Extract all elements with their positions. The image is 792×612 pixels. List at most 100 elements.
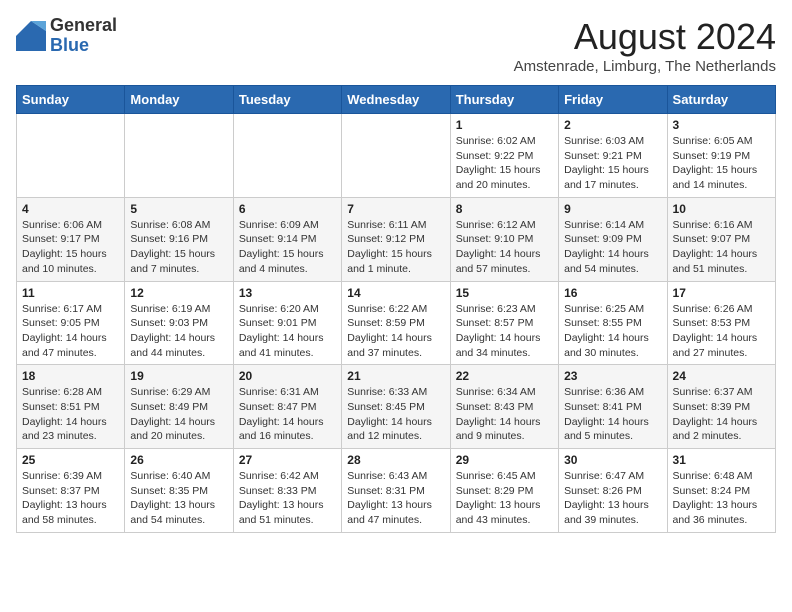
calendar-cell: 1Sunrise: 6:02 AM Sunset: 9:22 PM Daylig… <box>450 114 558 198</box>
calendar-cell <box>125 114 233 198</box>
day-info: Sunrise: 6:45 AM Sunset: 8:29 PM Dayligh… <box>456 469 553 528</box>
day-number: 16 <box>564 286 661 300</box>
day-info: Sunrise: 6:03 AM Sunset: 9:21 PM Dayligh… <box>564 134 661 193</box>
day-info: Sunrise: 6:48 AM Sunset: 8:24 PM Dayligh… <box>673 469 770 528</box>
day-number: 9 <box>564 202 661 216</box>
day-number: 4 <box>22 202 119 216</box>
weekday-header-friday: Friday <box>559 86 667 114</box>
calendar-cell: 18Sunrise: 6:28 AM Sunset: 8:51 PM Dayli… <box>17 365 125 449</box>
day-number: 1 <box>456 118 553 132</box>
weekday-header-tuesday: Tuesday <box>233 86 341 114</box>
day-info: Sunrise: 6:42 AM Sunset: 8:33 PM Dayligh… <box>239 469 336 528</box>
day-info: Sunrise: 6:37 AM Sunset: 8:39 PM Dayligh… <box>673 385 770 444</box>
day-info: Sunrise: 6:33 AM Sunset: 8:45 PM Dayligh… <box>347 385 444 444</box>
calendar-week-4: 18Sunrise: 6:28 AM Sunset: 8:51 PM Dayli… <box>17 365 776 449</box>
calendar-cell: 19 Sunrise: 6:29 AM Sunset: 8:49 PM Dayli… <box>125 365 233 449</box>
calendar-cell: 9 Sunrise: 6:14 AM Sunset: 9:09 PM Daylig… <box>559 197 667 281</box>
month-year-title: August 2024 <box>514 16 776 58</box>
calendar-week-1: 1Sunrise: 6:02 AM Sunset: 9:22 PM Daylig… <box>17 114 776 198</box>
day-number: 11 <box>22 286 119 300</box>
calendar-cell: 5 Sunrise: 6:08 AM Sunset: 9:16 PM Daylig… <box>125 197 233 281</box>
day-info: Sunrise: 6:14 AM Sunset: 9:09 PM Dayligh… <box>564 218 661 277</box>
day-number: 20 <box>239 369 336 383</box>
day-number: 3 <box>673 118 770 132</box>
logo-general-text: General <box>50 16 117 36</box>
day-info: Sunrise: 6:12 AM Sunset: 9:10 PM Dayligh… <box>456 218 553 277</box>
day-number: 17 <box>673 286 770 300</box>
calendar-cell: 11Sunrise: 6:17 AM Sunset: 9:05 PM Dayli… <box>17 281 125 365</box>
weekday-header-row: SundayMondayTuesdayWednesdayThursdayFrid… <box>17 86 776 114</box>
calendar-cell: 17 Sunrise: 6:26 AM Sunset: 8:53 PM Dayli… <box>667 281 775 365</box>
day-info: Sunrise: 6:11 AM Sunset: 9:12 PM Dayligh… <box>347 218 444 277</box>
calendar-cell <box>342 114 450 198</box>
calendar-table: SundayMondayTuesdayWednesdayThursdayFrid… <box>16 85 776 533</box>
day-info: Sunrise: 6:39 AM Sunset: 8:37 PM Dayligh… <box>22 469 119 528</box>
calendar-cell: 15Sunrise: 6:23 AM Sunset: 8:57 PM Dayli… <box>450 281 558 365</box>
calendar-cell: 24 Sunrise: 6:37 AM Sunset: 8:39 PM Dayli… <box>667 365 775 449</box>
calendar-week-2: 4 Sunrise: 6:06 AM Sunset: 9:17 PM Daylig… <box>17 197 776 281</box>
calendar-cell: 13 Sunrise: 6:20 AM Sunset: 9:01 PM Dayli… <box>233 281 341 365</box>
day-number: 13 <box>239 286 336 300</box>
calendar-week-5: 25 Sunrise: 6:39 AM Sunset: 8:37 PM Dayli… <box>17 449 776 533</box>
day-number: 25 <box>22 453 119 467</box>
day-info: Sunrise: 6:20 AM Sunset: 9:01 PM Dayligh… <box>239 302 336 361</box>
day-info: Sunrise: 6:23 AM Sunset: 8:57 PM Dayligh… <box>456 302 553 361</box>
day-info: Sunrise: 6:34 AM Sunset: 8:43 PM Dayligh… <box>456 385 553 444</box>
page-header: General Blue August 2024 Amstenrade, Lim… <box>16 16 776 75</box>
day-info: Sunrise: 6:22 AM Sunset: 8:59 PM Dayligh… <box>347 302 444 361</box>
day-number: 26 <box>130 453 227 467</box>
calendar-cell: 26Sunrise: 6:40 AM Sunset: 8:35 PM Dayli… <box>125 449 233 533</box>
day-info: Sunrise: 6:36 AM Sunset: 8:41 PM Dayligh… <box>564 385 661 444</box>
calendar-cell: 10Sunrise: 6:16 AM Sunset: 9:07 PM Dayli… <box>667 197 775 281</box>
calendar-cell: 22 Sunrise: 6:34 AM Sunset: 8:43 PM Dayli… <box>450 365 558 449</box>
day-number: 12 <box>130 286 227 300</box>
day-info: Sunrise: 6:43 AM Sunset: 8:31 PM Dayligh… <box>347 469 444 528</box>
calendar-cell <box>233 114 341 198</box>
day-info: Sunrise: 6:29 AM Sunset: 8:49 PM Dayligh… <box>130 385 227 444</box>
day-number: 31 <box>673 453 770 467</box>
day-info: Sunrise: 6:06 AM Sunset: 9:17 PM Dayligh… <box>22 218 119 277</box>
day-number: 19 <box>130 369 227 383</box>
day-number: 28 <box>347 453 444 467</box>
calendar-cell: 25 Sunrise: 6:39 AM Sunset: 8:37 PM Dayli… <box>17 449 125 533</box>
weekday-header-saturday: Saturday <box>667 86 775 114</box>
day-number: 30 <box>564 453 661 467</box>
calendar-cell: 8 Sunrise: 6:12 AM Sunset: 9:10 PM Daylig… <box>450 197 558 281</box>
day-number: 23 <box>564 369 661 383</box>
day-number: 6 <box>239 202 336 216</box>
calendar-cell: 7 Sunrise: 6:11 AM Sunset: 9:12 PM Daylig… <box>342 197 450 281</box>
day-number: 2 <box>564 118 661 132</box>
logo-icon <box>16 21 46 51</box>
day-number: 27 <box>239 453 336 467</box>
calendar-cell: 29Sunrise: 6:45 AM Sunset: 8:29 PM Dayli… <box>450 449 558 533</box>
day-number: 5 <box>130 202 227 216</box>
day-number: 10 <box>673 202 770 216</box>
day-number: 18 <box>22 369 119 383</box>
calendar-cell: 4 Sunrise: 6:06 AM Sunset: 9:17 PM Daylig… <box>17 197 125 281</box>
day-info: Sunrise: 6:09 AM Sunset: 9:14 PM Dayligh… <box>239 218 336 277</box>
day-number: 14 <box>347 286 444 300</box>
day-info: Sunrise: 6:26 AM Sunset: 8:53 PM Dayligh… <box>673 302 770 361</box>
day-info: Sunrise: 6:08 AM Sunset: 9:16 PM Dayligh… <box>130 218 227 277</box>
day-info: Sunrise: 6:05 AM Sunset: 9:19 PM Dayligh… <box>673 134 770 193</box>
day-info: Sunrise: 6:19 AM Sunset: 9:03 PM Dayligh… <box>130 302 227 361</box>
day-info: Sunrise: 6:25 AM Sunset: 8:55 PM Dayligh… <box>564 302 661 361</box>
calendar-cell: 16 Sunrise: 6:25 AM Sunset: 8:55 PM Dayli… <box>559 281 667 365</box>
calendar-cell: 2 Sunrise: 6:03 AM Sunset: 9:21 PM Daylig… <box>559 114 667 198</box>
calendar-week-3: 11Sunrise: 6:17 AM Sunset: 9:05 PM Dayli… <box>17 281 776 365</box>
calendar-cell: 6 Sunrise: 6:09 AM Sunset: 9:14 PM Daylig… <box>233 197 341 281</box>
day-number: 8 <box>456 202 553 216</box>
day-number: 22 <box>456 369 553 383</box>
logo: General Blue <box>16 16 117 56</box>
day-number: 24 <box>673 369 770 383</box>
calendar-cell: 28 Sunrise: 6:43 AM Sunset: 8:31 PM Dayli… <box>342 449 450 533</box>
day-info: Sunrise: 6:47 AM Sunset: 8:26 PM Dayligh… <box>564 469 661 528</box>
day-info: Sunrise: 6:31 AM Sunset: 8:47 PM Dayligh… <box>239 385 336 444</box>
calendar-cell: 21Sunrise: 6:33 AM Sunset: 8:45 PM Dayli… <box>342 365 450 449</box>
calendar-cell: 31 Sunrise: 6:48 AM Sunset: 8:24 PM Dayli… <box>667 449 775 533</box>
calendar-cell: 14 Sunrise: 6:22 AM Sunset: 8:59 PM Dayli… <box>342 281 450 365</box>
day-number: 7 <box>347 202 444 216</box>
weekday-header-sunday: Sunday <box>17 86 125 114</box>
location-subtitle: Amstenrade, Limburg, The Netherlands <box>514 58 776 75</box>
logo-blue-text: Blue <box>50 36 117 56</box>
